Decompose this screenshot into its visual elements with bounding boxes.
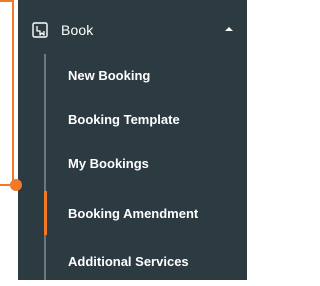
submenu-item-booking-amendment[interactable]: Booking Amendment [18,198,247,238]
submenu-item-label: New Booking [68,68,151,83]
submenu-item-label: Booking Template [68,112,180,127]
submenu-item-additional-services[interactable]: Additional Services [18,246,247,286]
callout-dot [10,179,22,191]
sidebar-menu-panel: Book New Booking Booking Template My Boo… [18,0,247,280]
submenu-item-label: Additional Services [68,254,189,269]
submenu-item-label: Booking Amendment [68,206,199,221]
submenu-item-booking-template[interactable]: Booking Template [18,104,247,144]
submenu-item-new-booking[interactable]: New Booking [18,60,247,100]
submenu-item-label: My Bookings [68,156,149,171]
book-icon [32,22,48,38]
section-header-book[interactable]: Book [18,13,247,49]
submenu-item-my-bookings[interactable]: My Bookings [18,148,247,188]
section-title: Book [61,22,94,38]
chevron-up-icon[interactable] [225,27,233,31]
callout-vertical-line [12,0,14,186]
submenu-list: New Booking Booking Template My Bookings… [18,60,247,280]
